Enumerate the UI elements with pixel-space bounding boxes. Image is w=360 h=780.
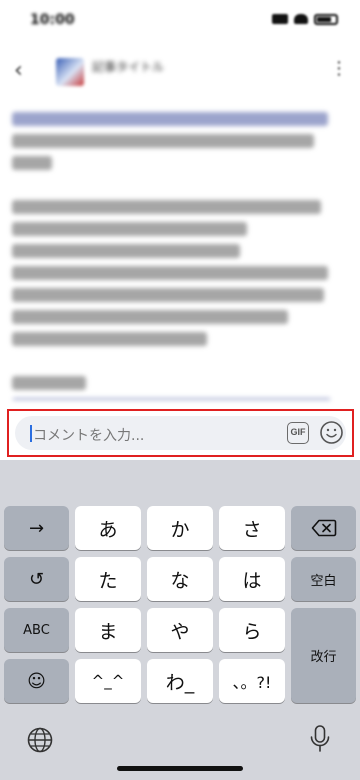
next-candidate-key[interactable]: → xyxy=(4,506,69,550)
undo-key[interactable]: ↺ xyxy=(4,557,69,601)
comment-bar: コメントを入力... GIF xyxy=(7,409,354,457)
comment-input[interactable]: コメントを入力... GIF xyxy=(15,416,346,450)
signal-icon xyxy=(272,14,288,24)
wifi-icon xyxy=(294,14,308,24)
battery-icon xyxy=(314,14,338,25)
abc-key[interactable]: ABC xyxy=(4,608,69,652)
kana-key-na[interactable]: な xyxy=(147,557,213,601)
kana-key-a[interactable]: あ xyxy=(75,506,141,550)
smiley-icon[interactable] xyxy=(319,420,344,445)
status-bar: 10:00 xyxy=(0,0,360,40)
kana-key-sa[interactable]: さ xyxy=(219,506,285,550)
kana-key-ma[interactable]: ま xyxy=(75,608,141,652)
post-body xyxy=(0,100,360,400)
kana-key-ta[interactable]: た xyxy=(75,557,141,601)
space-key[interactable]: 空白 xyxy=(291,557,356,601)
post-header: ‹ 記事タイトル ⋮ xyxy=(0,50,360,94)
post-text-line xyxy=(12,332,207,346)
post-text-line xyxy=(12,112,328,126)
status-time: 10:00 xyxy=(30,12,75,28)
punctuation-key[interactable]: 、。?! xyxy=(219,659,285,703)
post-text-line xyxy=(12,266,328,280)
globe-icon[interactable] xyxy=(26,726,54,754)
return-key[interactable]: 改行 xyxy=(291,608,356,703)
status-icons xyxy=(272,14,338,25)
home-indicator xyxy=(117,766,243,771)
microphone-icon[interactable] xyxy=(308,724,332,754)
kana-key-ra[interactable]: ら xyxy=(219,608,285,652)
kaomoji-key[interactable]: ^_^ xyxy=(75,659,141,703)
delete-key[interactable] xyxy=(291,506,356,550)
post-text-line xyxy=(12,288,325,302)
more-options-icon[interactable]: ⋮ xyxy=(330,58,348,80)
post-text-line xyxy=(12,134,315,148)
kana-key-ha[interactable]: は xyxy=(219,557,285,601)
kana-key-ka[interactable]: か xyxy=(147,506,213,550)
post-text-line xyxy=(12,398,332,400)
post-text-line xyxy=(12,200,322,214)
emoji-key[interactable]: ☺ xyxy=(4,659,69,703)
kana-key-ya[interactable]: や xyxy=(147,608,213,652)
post-text-line xyxy=(12,376,86,390)
back-arrow-icon[interactable]: ‹ xyxy=(14,60,36,82)
backspace-icon xyxy=(311,519,336,537)
post-text-line xyxy=(12,156,53,170)
post-text-line xyxy=(12,222,248,236)
post-text-line xyxy=(12,244,241,258)
comment-placeholder: コメントを入力... xyxy=(33,428,145,444)
gif-button[interactable]: GIF xyxy=(287,422,309,444)
kana-key-wa[interactable]: わ_ xyxy=(147,659,213,703)
post-text-line xyxy=(12,310,288,324)
text-caret xyxy=(30,425,32,442)
kana-keyboard: → ↺ ABC ☺ あ か さ た な は ま や ら ^_^ わ_ 、。?! … xyxy=(0,460,360,780)
author-avatar[interactable] xyxy=(56,58,84,86)
post-title: 記事タイトル xyxy=(92,60,165,74)
